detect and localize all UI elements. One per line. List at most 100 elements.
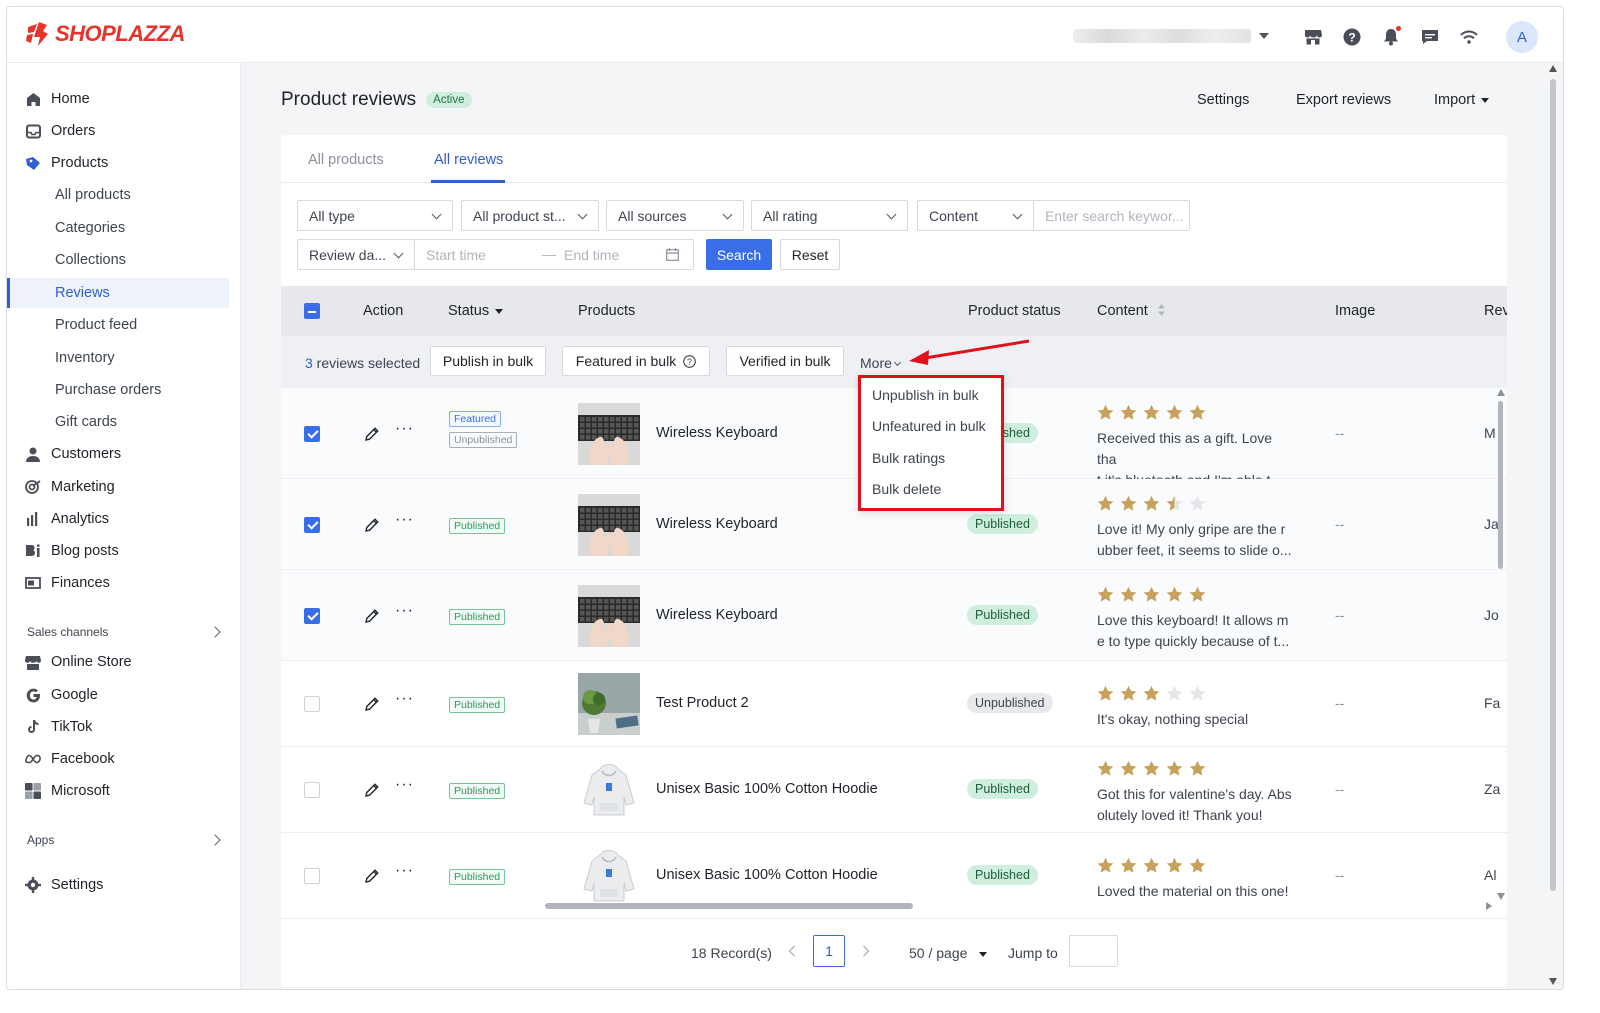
page-scroll-down-icon[interactable] (1549, 978, 1557, 985)
sidebar-channel-facebook[interactable]: Facebook (7, 744, 241, 774)
page-vertical-scrollbar[interactable] (1550, 79, 1556, 891)
edit-icon[interactable] (363, 695, 381, 713)
sidebar-item-reviews[interactable]: Reviews (7, 278, 229, 308)
sidebar-item-gift-cards[interactable]: Gift cards (7, 407, 241, 437)
more-actions-icon[interactable]: ··· (395, 776, 414, 794)
type-filter[interactable]: All type (297, 200, 453, 231)
menu-item-bulk-delete[interactable]: Bulk delete (872, 481, 941, 497)
more-actions-icon[interactable]: ··· (395, 602, 414, 620)
edit-icon[interactable] (363, 425, 381, 443)
column-status[interactable]: Status (448, 303, 504, 319)
sources-filter[interactable]: All sources (606, 200, 744, 231)
page-scroll-up-icon[interactable] (1549, 65, 1557, 72)
store-switcher[interactable] (1073, 27, 1273, 45)
row-checkbox[interactable] (304, 868, 320, 884)
product-thumbnail[interactable] (578, 673, 640, 735)
more-actions-icon[interactable]: ··· (395, 511, 414, 529)
review-content[interactable]: Love this keyboard! It allows me to type… (1097, 610, 1293, 652)
scroll-down-icon[interactable] (1497, 893, 1505, 900)
more-actions-icon[interactable]: ··· (395, 690, 414, 708)
product-name[interactable]: Wireless Keyboard (656, 425, 778, 441)
edit-icon[interactable] (363, 607, 381, 625)
product-thumbnail[interactable] (578, 493, 640, 556)
tab-all-products[interactable]: All products (308, 152, 384, 168)
sidebar-channel-tiktok[interactable]: TikTok (7, 712, 241, 742)
more-dropdown[interactable]: More (860, 355, 901, 371)
page-1-button[interactable]: 1 (813, 935, 845, 967)
date-range-picker[interactable]: Start time — End time (414, 239, 694, 270)
sidebar-item-product-feed[interactable]: Product feed (7, 310, 241, 340)
more-actions-icon[interactable]: ··· (395, 862, 414, 880)
product-name[interactable]: Test Product 2 (656, 695, 749, 711)
vertical-scrollbar[interactable] (1498, 401, 1503, 569)
scroll-up-icon[interactable] (1497, 389, 1505, 396)
date-field-select[interactable]: Review da... (297, 239, 415, 270)
sidebar-item-settings[interactable]: Settings (7, 870, 241, 900)
row-checkbox[interactable] (304, 607, 320, 624)
sidebar-item-customers[interactable]: Customers (7, 439, 241, 469)
review-content[interactable]: It's okay, nothing special (1097, 709, 1293, 730)
menu-item-unpublish-in-bulk[interactable]: Unpublish in bulk (872, 387, 979, 403)
sidebar-item-purchase-orders[interactable]: Purchase orders (7, 375, 241, 405)
avatar[interactable]: A (1506, 21, 1538, 53)
sidebar-item-finances[interactable]: Finances (7, 568, 241, 598)
prev-page-button[interactable] (777, 935, 807, 967)
verified-in-bulk-button[interactable]: Verified in bulk (726, 346, 844, 376)
sidebar-item-products[interactable]: Products (7, 148, 241, 178)
product-name[interactable]: Wireless Keyboard (656, 607, 778, 623)
scroll-right-icon[interactable] (1485, 901, 1493, 911)
row-checkbox[interactable] (304, 782, 320, 798)
chevron-right-icon[interactable] (209, 626, 221, 638)
edit-icon[interactable] (363, 516, 381, 534)
sidebar-item-all-products[interactable]: All products (7, 180, 241, 210)
help-icon[interactable]: ? (1342, 27, 1362, 47)
sidebar-item-inventory[interactable]: Inventory (7, 343, 241, 373)
end-time-input[interactable]: End time (564, 247, 619, 263)
tab-all-reviews[interactable]: All reviews (434, 152, 503, 168)
menu-item-bulk-ratings[interactable]: Bulk ratings (872, 450, 945, 466)
horizontal-scrollbar[interactable] (545, 903, 913, 909)
content-field-select[interactable]: Content (917, 200, 1034, 231)
sidebar-item-blog-posts[interactable]: Blog posts (7, 536, 241, 566)
review-content[interactable]: Loved the material on this one! (1097, 881, 1293, 902)
sidebar-channel-microsoft[interactable]: Microsoft (7, 776, 241, 806)
chevron-right-icon[interactable] (209, 834, 221, 846)
column-content[interactable]: Content (1097, 303, 1165, 319)
sidebar-item-marketing[interactable]: Marketing (7, 472, 241, 502)
sidebar-channel-online-store[interactable]: Online Store (7, 647, 241, 677)
featured-in-bulk-button[interactable]: Featured in bulk ? (562, 346, 710, 376)
rating-filter[interactable]: All rating (751, 200, 908, 231)
product-name[interactable]: Unisex Basic 100% Cotton Hoodie (656, 867, 878, 883)
select-all-checkbox[interactable] (304, 303, 320, 319)
jump-to-input[interactable] (1069, 935, 1118, 967)
sidebar-item-analytics[interactable]: Analytics (7, 504, 241, 534)
bell-icon[interactable] (1381, 26, 1401, 47)
sidebar-item-orders[interactable]: Orders (7, 116, 241, 146)
reset-button[interactable]: Reset (780, 239, 840, 270)
edit-icon[interactable] (363, 781, 381, 799)
product-status-filter[interactable]: All product st... (461, 200, 599, 231)
product-name[interactable]: Wireless Keyboard (656, 516, 778, 532)
row-checkbox[interactable] (304, 516, 320, 533)
start-time-input[interactable]: Start time (426, 247, 486, 263)
settings-link[interactable]: Settings (1197, 92, 1249, 108)
import-dropdown[interactable]: Import (1434, 92, 1490, 108)
search-button[interactable]: Search (706, 239, 772, 270)
row-checkbox[interactable] (304, 696, 320, 712)
edit-icon[interactable] (363, 867, 381, 885)
review-content[interactable]: Got this for valentine's day. Abs olutely… (1097, 784, 1293, 826)
search-input[interactable]: Enter search keywor... (1033, 200, 1190, 231)
next-page-button[interactable] (851, 935, 881, 967)
product-name[interactable]: Unisex Basic 100% Cotton Hoodie (656, 781, 878, 797)
product-thumbnail[interactable] (578, 845, 640, 907)
product-thumbnail[interactable] (578, 759, 640, 821)
export-reviews-link[interactable]: Export reviews (1296, 92, 1391, 108)
review-content[interactable]: Love it! My only gripe are the r ubber fe… (1097, 519, 1293, 561)
product-thumbnail[interactable] (578, 584, 640, 647)
sidebar-item-collections[interactable]: Collections (7, 245, 241, 275)
brand-logo[interactable]: SHOPLAZZA (25, 21, 185, 47)
store-icon[interactable] (1303, 27, 1323, 47)
publish-in-bulk-button[interactable]: Publish in bulk (430, 346, 546, 376)
more-actions-icon[interactable]: ··· (395, 420, 414, 438)
wifi-icon[interactable] (1459, 27, 1479, 47)
